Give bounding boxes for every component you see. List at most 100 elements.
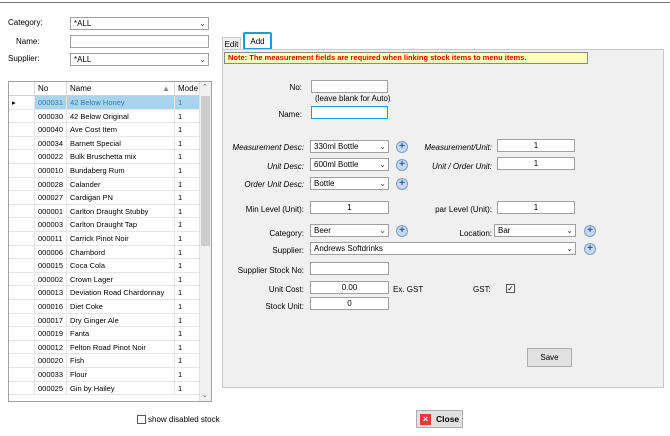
table-row[interactable]: 000012 Felton Road Pinot Noir 1 <box>9 340 201 355</box>
row-indicator <box>9 368 35 381</box>
tab-add[interactable]: Add <box>243 32 272 50</box>
row-indicator <box>9 136 35 150</box>
cell-mode: 1 <box>175 136 201 150</box>
grid-header: No Name ▲ Mode <box>9 82 201 96</box>
scroll-up-icon[interactable]: ⌃ <box>202 83 208 91</box>
add-category-icon[interactable]: + <box>396 225 408 237</box>
chevron-down-icon: ⌄ <box>199 19 206 28</box>
unit-cost-input[interactable]: 0.00 <box>310 281 389 294</box>
add-measurement-icon[interactable]: + <box>396 141 408 153</box>
grid-scrollbar-thumb[interactable] <box>201 96 210 246</box>
chevron-down-icon: ⌄ <box>566 226 573 235</box>
cell-no: 000028 <box>35 177 67 191</box>
table-row[interactable]: 000015 Coca Cola 1 <box>9 259 201 273</box>
row-indicator <box>9 123 35 137</box>
cell-no: 000001 <box>35 204 67 218</box>
order-unit-desc-select[interactable]: Bottle ⌄ <box>310 177 389 190</box>
cell-no: 000040 <box>35 123 67 137</box>
supplier-stock-input[interactable] <box>310 262 389 275</box>
table-row[interactable]: 000002 Crown Lager 1 <box>9 272 201 287</box>
cell-mode: 1 <box>175 327 201 341</box>
table-row[interactable]: 000030 42 Below Original 1 <box>9 109 201 124</box>
table-row[interactable]: 000027 Cardigan PN 1 <box>9 191 201 205</box>
table-row[interactable]: 000003 Carlton Draught Tap 1 <box>9 218 201 232</box>
measurement-desc-select[interactable]: 330ml Bottle ⌄ <box>310 140 389 153</box>
row-indicator: ▸ <box>9 96 35 109</box>
add-order-unit-icon[interactable]: + <box>396 178 408 190</box>
table-row[interactable]: 000033 Flour 1 <box>9 368 201 382</box>
unit-order-unit-input[interactable]: 1 <box>497 157 575 170</box>
column-header-name[interactable]: Name ▲ <box>67 82 175 95</box>
close-button[interactable]: × Close <box>416 410 463 428</box>
par-level-input[interactable]: 1 <box>497 201 575 214</box>
cell-name: Bulk Bruschetta mix <box>67 150 175 164</box>
table-row[interactable]: ▸ 000031 42 Below Honey 1 <box>9 96 201 110</box>
grid-scrollbar[interactable]: ⌃ ⌄ <box>199 82 211 401</box>
add-stock-panel <box>222 49 664 388</box>
add-location-icon[interactable]: + <box>584 225 596 237</box>
scroll-down-icon[interactable]: ⌄ <box>202 391 208 399</box>
table-row[interactable]: 000028 Calander 1 <box>9 177 201 192</box>
category-select[interactable]: Beer ⌄ <box>310 224 389 237</box>
supplier-label: Supplier: <box>272 246 304 255</box>
column-header-no[interactable]: No <box>35 82 67 95</box>
measurement-unit-input[interactable]: 1 <box>497 139 575 152</box>
cell-name: 42 Below Honey <box>67 96 175 109</box>
table-row[interactable]: 000006 Chambord 1 <box>9 245 201 260</box>
row-indicator <box>9 327 35 341</box>
table-row[interactable]: 000025 Gin by Hailey 1 <box>9 381 201 396</box>
measurement-unit-label: Measurement/Unit: <box>424 143 492 152</box>
row-indicator <box>9 177 35 191</box>
cell-mode: 1 <box>175 300 201 313</box>
row-indicator <box>9 109 35 123</box>
row-indicator <box>9 218 35 232</box>
table-row[interactable]: 000011 Carrick Pinot Noir 1 <box>9 232 201 246</box>
cell-no: 000031 <box>35 96 67 109</box>
table-row[interactable]: 000020 Fish 1 <box>9 354 201 368</box>
cell-name: Calander <box>67 177 175 191</box>
gst-checkbox[interactable]: ✓ <box>506 284 515 293</box>
table-row[interactable]: 000017 Dry Ginger Ale 1 <box>9 313 201 328</box>
cell-name: Barnett Special <box>67 136 175 150</box>
row-indicator <box>9 191 35 205</box>
unit-order-unit-label: Unit / Order Unit: <box>431 162 492 171</box>
name-input[interactable] <box>311 106 388 119</box>
cell-name: Deviation Road Chardonnay <box>67 286 175 300</box>
measurement-note: Note: The measurement fields are require… <box>224 52 588 64</box>
unit-desc-select[interactable]: 600ml Bottle ⌄ <box>310 158 389 171</box>
cell-no: 000019 <box>35 327 67 341</box>
cell-name: Chambord <box>67 245 175 259</box>
row-indicator <box>9 232 35 245</box>
cell-no: 000033 <box>35 368 67 381</box>
location-select[interactable]: Bar ⌄ <box>494 224 576 237</box>
min-level-label: Min Level (Unit): <box>245 205 304 214</box>
show-disabled-checkbox[interactable] <box>137 415 146 424</box>
min-level-input[interactable]: 1 <box>310 201 389 214</box>
cell-mode: 1 <box>175 150 201 164</box>
table-row[interactable]: 000019 Fanta 1 <box>9 327 201 341</box>
table-row[interactable]: 000034 Barnett Special 1 <box>9 136 201 151</box>
name-filter-input[interactable] <box>70 35 209 48</box>
supplier-filter-select[interactable]: *ALL ⌄ <box>70 53 209 66</box>
no-input[interactable] <box>311 80 388 93</box>
table-row[interactable]: 000016 Diet Coke 1 <box>9 300 201 314</box>
column-header-mode[interactable]: Mode <box>175 82 201 95</box>
save-button[interactable]: Save <box>527 348 572 367</box>
add-unit-icon[interactable]: + <box>396 159 408 171</box>
cell-mode: 1 <box>175 123 201 137</box>
category-label: Category: <box>269 229 304 238</box>
close-label: Close <box>436 414 460 424</box>
table-row[interactable]: 000001 Carlton Draught Stubby 1 <box>9 204 201 219</box>
table-row[interactable]: 000040 Ave Cost Item 1 <box>9 123 201 137</box>
stock-items-grid[interactable]: No Name ▲ Mode ▸ 000031 42 Below Honey 1 0000… <box>8 81 212 402</box>
stock-unit-input[interactable]: 0 <box>310 297 389 310</box>
table-row[interactable]: 000010 Bundaberg Rum 1 <box>9 164 201 178</box>
cell-name: Carlton Draught Stubby <box>67 204 175 218</box>
table-row[interactable]: 000013 Deviation Road Chardonnay 1 <box>9 286 201 300</box>
table-row[interactable]: 000022 Bulk Bruschetta mix 1 <box>9 150 201 164</box>
supplier-select[interactable]: Andrews Softdrinks ⌄ <box>310 242 576 255</box>
grid-header-indicator <box>9 82 35 95</box>
category-filter-select[interactable]: *ALL ⌄ <box>70 17 209 30</box>
cell-name: Carlton Draught Tap <box>67 218 175 232</box>
add-supplier-icon[interactable]: + <box>584 243 596 255</box>
